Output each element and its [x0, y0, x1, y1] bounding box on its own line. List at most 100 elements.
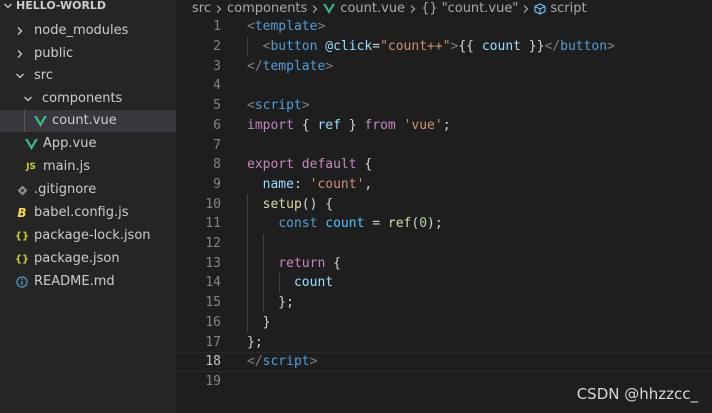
code-line[interactable]: 12: [176, 234, 712, 254]
breadcrumb-components[interactable]: components: [227, 1, 307, 16]
tree-item-public[interactable]: public: [0, 43, 176, 65]
line-number: 2: [213, 39, 221, 55]
code-text: </template>: [247, 59, 333, 74]
tree-item-readme[interactable]: README.md: [0, 271, 176, 293]
explorer-sidebar: HELLO-WORLD node_modules public src comp…: [0, 0, 176, 413]
code-line[interactable]: 6 import { ref } from 'vue';: [176, 116, 712, 136]
breadcrumb-object-label: "count.vue": [441, 1, 519, 16]
code-token: template: [262, 58, 326, 74]
line-number: 5: [213, 98, 221, 114]
code-token: @click: [325, 39, 373, 55]
code-token: >: [317, 19, 326, 35]
code-token: default: [301, 157, 357, 173]
code-token: :: [293, 176, 310, 192]
code-token: <: [247, 19, 255, 35]
tree-item-label: babel.config.js: [34, 205, 129, 220]
code-token: >: [607, 39, 615, 55]
code-token: </: [544, 39, 561, 55]
js-icon: JS: [26, 162, 36, 172]
code-token: const: [278, 216, 318, 232]
code-text: name: 'count',: [247, 176, 373, 192]
chevron-down-icon: [20, 88, 36, 110]
workspace-header[interactable]: HELLO-WORLD: [0, 0, 176, 17]
json-icon: {}: [14, 253, 30, 265]
code-token: };: [247, 295, 294, 311]
code-token: </: [247, 58, 263, 74]
line-number: 1: [213, 19, 221, 35]
breadcrumb-src[interactable]: src: [192, 1, 211, 16]
tree-item-label: main.js: [43, 159, 90, 174]
code-line[interactable]: 17};: [176, 332, 712, 352]
chevron-right-icon: [12, 20, 28, 42]
code-editor[interactable]: 1 <template> 2 <button @click="count++">{{…: [176, 17, 712, 413]
tree-item-label: package.json: [34, 251, 120, 266]
code-token: }}: [520, 39, 545, 55]
code-line[interactable]: 3 </template>: [176, 56, 712, 76]
code-line[interactable]: 2 <button @click="count++">{{ count }}</…: [176, 37, 712, 57]
code-token: =: [372, 39, 381, 55]
code-line[interactable]: 4: [176, 76, 712, 96]
code-token: ref: [317, 117, 341, 133]
vue-icon: [32, 110, 48, 132]
line-number: 16: [205, 314, 221, 330]
info-icon: [14, 271, 30, 293]
tree-item-babel-config[interactable]: B babel.config.js: [0, 202, 176, 224]
breadcrumb-script-label: script: [550, 1, 587, 16]
vue-icon: [323, 3, 336, 14]
chevron-right-icon: [518, 4, 534, 14]
tree-item-node-modules[interactable]: node_modules: [0, 20, 176, 42]
git-icon: [14, 179, 30, 201]
workspace-title: HELLO-WORLD: [16, 0, 107, 12]
code-token: {{: [458, 39, 482, 55]
tree-item-src[interactable]: src: [0, 65, 176, 87]
breadcrumb-object[interactable]: {} "count.vue": [421, 1, 518, 16]
code-line[interactable]: 8 export default {: [176, 155, 712, 175]
breadcrumb-file[interactable]: count.vue: [323, 1, 405, 16]
code-token: 'vue': [403, 117, 443, 133]
code-line[interactable]: 5 <script>: [176, 96, 712, 116]
code-line[interactable]: 1 <template>: [176, 17, 712, 37]
breadcrumb: src components count.vue {} "count.vue" …: [176, 0, 712, 17]
code-line[interactable]: 13 return {: [176, 253, 712, 273]
code-token: );: [427, 216, 443, 232]
tree-item-package-lock-json[interactable]: {} package-lock.json: [0, 225, 176, 247]
code-line[interactable]: 11 const count = ref(0);: [176, 214, 712, 234]
tree-item-gitignore[interactable]: .gitignore: [0, 179, 176, 201]
indent-guide: [247, 36, 248, 57]
code-token: {: [293, 117, 318, 133]
code-token: name: [262, 176, 294, 192]
code-token: {: [356, 157, 373, 173]
code-text: </script>: [247, 354, 317, 369]
code-line[interactable]: 16 }: [176, 313, 712, 333]
tree-item-count-vue[interactable]: count.vue: [0, 110, 176, 132]
code-line[interactable]: 10 setup() {: [176, 194, 712, 214]
chevron-down-icon: [12, 65, 28, 87]
code-line[interactable]: 7: [176, 135, 712, 155]
line-number: 13: [205, 255, 221, 271]
watermark: CSDN @hhzzcc_: [576, 385, 698, 403]
tree-item-components[interactable]: components: [0, 88, 176, 110]
indent-guide: [24, 110, 25, 132]
code-token: "count++": [380, 39, 451, 55]
tree-item-label: count.vue: [52, 113, 117, 128]
code-line[interactable]: 9 name: 'count',: [176, 175, 712, 195]
chevron-right-icon: [211, 4, 227, 14]
code-line[interactable]: 14 count: [176, 273, 712, 293]
tree-item-app-vue[interactable]: App.vue: [0, 133, 176, 155]
babel-icon: B: [17, 206, 27, 220]
line-number: 17: [205, 334, 221, 350]
code-line[interactable]: 15 };: [176, 293, 712, 313]
code-token: button: [270, 39, 318, 55]
tree-item-label: components: [42, 91, 123, 106]
code-token: >: [325, 58, 334, 74]
tree-item-main-js[interactable]: JS main.js: [0, 156, 176, 178]
tree-item-label: App.vue: [43, 136, 97, 151]
breadcrumb-script[interactable]: script: [534, 1, 587, 16]
tree-item-label: src: [34, 68, 53, 83]
code-line[interactable]: 18 </script>: [176, 351, 712, 372]
code-token: script: [262, 354, 310, 370]
tree-item-package-json[interactable]: {} package.json: [0, 248, 176, 270]
